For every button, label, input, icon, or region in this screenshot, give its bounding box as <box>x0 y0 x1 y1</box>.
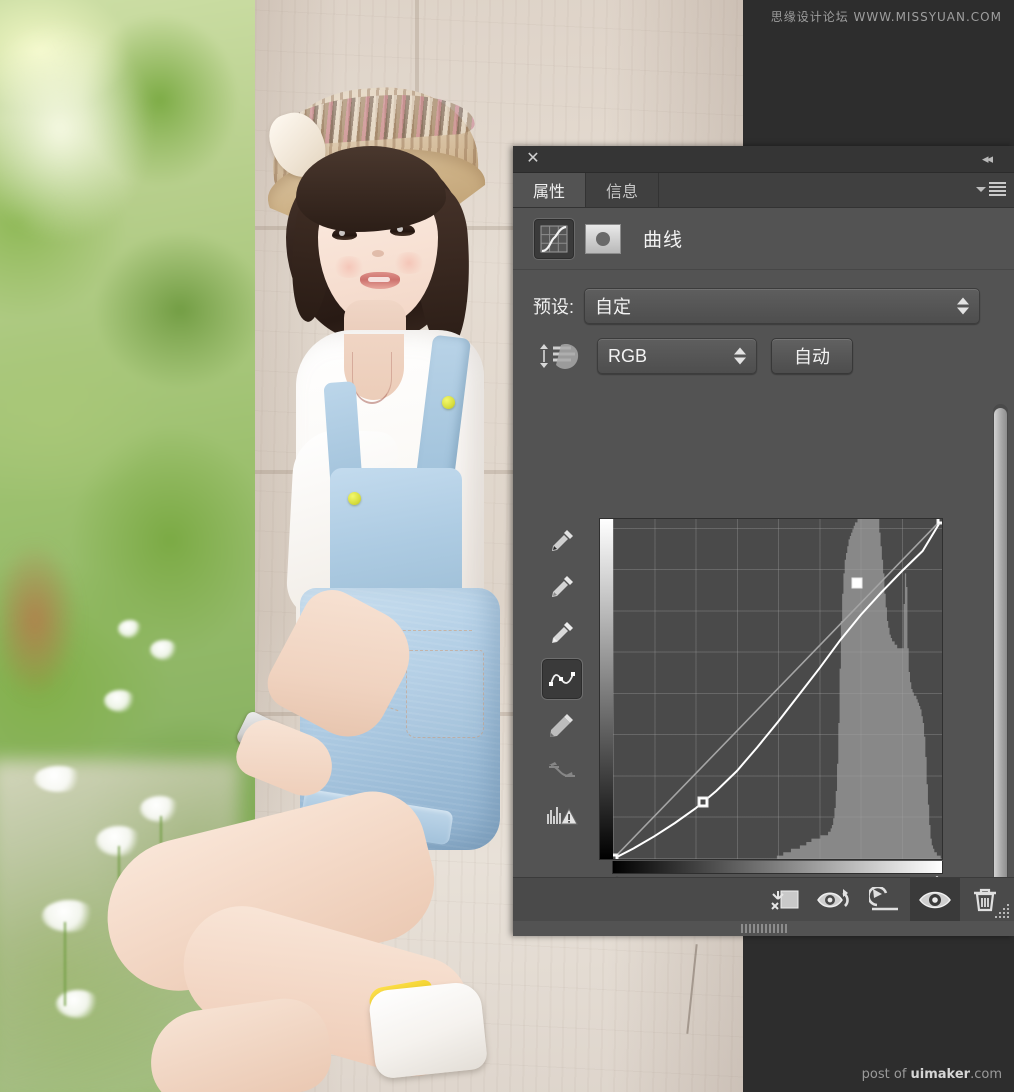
auto-button[interactable]: 自动 <box>771 338 853 374</box>
toggle-layer-visibility-eye-icon[interactable] <box>910 877 960 922</box>
resize-grip-icon[interactable] <box>995 902 1011 918</box>
curve-point-tool-icon[interactable] <box>541 658 583 700</box>
necklace <box>352 352 392 404</box>
watermark-bottom: post of uimaker.com <box>862 1067 1002 1082</box>
adjustment-header: 曲线 <box>513 208 1014 270</box>
tab-properties-label: 属性 <box>533 184 566 201</box>
panel-footer-toolbar <box>513 877 1014 922</box>
nose <box>372 250 384 257</box>
gray-point-eyedropper-icon[interactable] <box>541 566 583 608</box>
curves-adjustment-icon[interactable] <box>533 217 575 260</box>
curve-control-point-black[interactable] <box>613 853 619 859</box>
panel-drag-grip[interactable] <box>513 921 1014 936</box>
output-gradient-bar <box>600 519 613 859</box>
channel-value: RGB <box>608 345 648 366</box>
tab-info[interactable]: 信息 <box>586 173 660 207</box>
curve-graph-block <box>599 518 950 877</box>
chevron-down-icon <box>976 186 986 192</box>
close-icon[interactable]: ✕ <box>525 151 541 167</box>
watermark-suffix: .com <box>970 1067 1002 1082</box>
panel-body: 预设: 自定 RGB 自动 <box>513 270 1014 877</box>
on-image-adjust-icon[interactable] <box>539 340 583 372</box>
denim-back-pocket <box>406 650 484 738</box>
vertical-scrollbar[interactable] <box>993 404 1008 877</box>
panel-tab-bar: 属性 信息 <box>513 173 1014 208</box>
preset-select[interactable]: 自定 <box>584 288 980 324</box>
spinner-icon <box>957 297 969 315</box>
wildflower <box>42 900 96 932</box>
curve-plot-area[interactable] <box>613 519 942 859</box>
background-red-brick <box>0 520 90 720</box>
clip-to-layer-icon[interactable] <box>760 878 810 922</box>
wildflower <box>34 766 84 792</box>
background-sun-haze <box>0 0 200 320</box>
wildflower <box>150 640 178 660</box>
overall-strap-clip <box>348 492 361 505</box>
input-gradient-bar <box>612 861 943 874</box>
panel-menu-icon[interactable] <box>976 182 1006 196</box>
wildflower <box>104 690 136 712</box>
black-point-eyedropper-icon[interactable] <box>541 520 583 562</box>
grip-bars-icon <box>740 924 787 933</box>
teeth <box>368 277 390 282</box>
adjustment-title: 曲线 <box>643 230 684 251</box>
preset-row: 预设: 自定 <box>513 288 1014 324</box>
toggle-previous-state-eye-icon[interactable] <box>810 878 860 922</box>
properties-panel: ✕ ◂◂ 属性 信息 曲线 预设: 自定 RGB 自动 <box>513 146 1014 936</box>
smooth-curve-icon[interactable] <box>541 750 583 792</box>
white-point-eyedropper-icon[interactable] <box>541 612 583 654</box>
white-sneaker <box>367 980 489 1080</box>
collapse-double-arrow-icon[interactable]: ◂◂ <box>982 152 1004 166</box>
watermark-prefix: post of <box>861 1067 911 1082</box>
wildflower <box>56 990 100 1018</box>
wildflower <box>118 620 142 638</box>
overall-strap-clip <box>442 396 455 409</box>
curve-tool-column <box>539 518 585 860</box>
curve-control-point-white[interactable] <box>936 519 942 525</box>
hamburger-icon <box>989 182 1006 196</box>
tab-info-label: 信息 <box>606 184 639 201</box>
curve-graph[interactable] <box>599 518 943 860</box>
curve-editor <box>539 518 950 877</box>
preset-label: 预设: <box>533 297 575 317</box>
panel-titlebar: ✕ ◂◂ <box>513 146 1014 173</box>
histogram-options-icon[interactable] <box>541 796 583 838</box>
watermark-top: 思缘设计论坛 WWW.MISSYUAN.COM <box>770 10 1002 24</box>
auto-button-label: 自动 <box>794 347 830 367</box>
channel-select[interactable]: RGB <box>597 338 757 374</box>
reset-adjustment-icon[interactable] <box>860 878 910 922</box>
scrollbar-thumb[interactable] <box>994 408 1007 877</box>
pencil-draw-curve-icon[interactable] <box>541 704 583 746</box>
watermark-brand: uimaker <box>910 1067 971 1082</box>
preset-value: 自定 <box>595 297 632 317</box>
curve-control-point-shadow[interactable] <box>697 796 709 808</box>
mask-dot-icon <box>596 231 610 246</box>
curve-svg <box>613 519 942 859</box>
tab-properties[interactable]: 属性 <box>513 173 587 207</box>
screenshot-root: 思缘设计论坛 WWW.MISSYUAN.COM post of uimaker.… <box>0 0 1014 1092</box>
layer-mask-thumbnail[interactable] <box>585 223 621 254</box>
channel-row: RGB 自动 <box>513 324 1014 374</box>
curve-control-point-selected[interactable] <box>851 577 863 589</box>
spinner-icon <box>734 347 746 365</box>
